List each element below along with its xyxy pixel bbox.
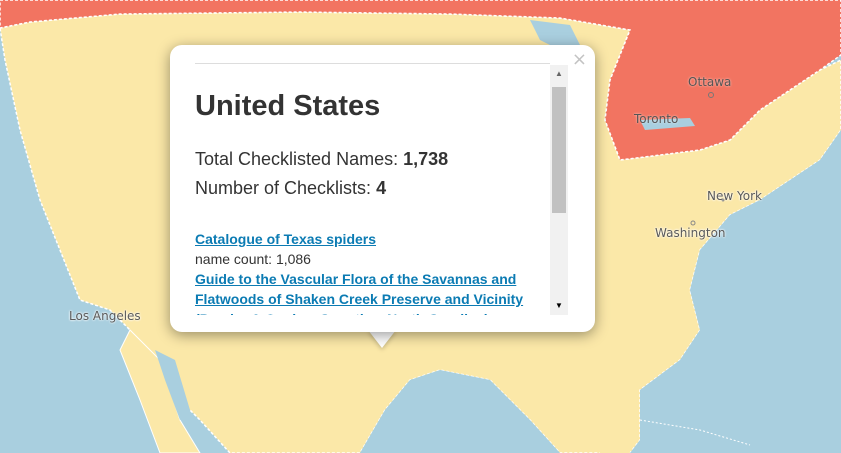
total-names-value: 1,738 [403,149,449,169]
scroll-up-icon[interactable]: ▲ [550,65,568,83]
number-checklists-label: Number of Checklists: [195,178,377,198]
scrollbar[interactable]: ▲ ▼ [550,65,568,315]
name-count: name count: 1,086 [195,251,311,267]
total-names-stat: Total Checklisted Names: 1,738 [195,149,550,170]
city-label-ottawa: Ottawa [688,75,732,89]
popup-content[interactable]: United States Total Checklisted Names: 1… [195,63,550,315]
number-checklists-value: 4 [376,178,387,198]
city-label-toronto: Toronto [634,112,679,126]
close-icon[interactable]: × [572,51,587,69]
number-checklists-stat: Number of Checklists: 4 [195,178,550,199]
city-label-new-york: New York [707,189,762,203]
divider [195,63,550,64]
checklist-link[interactable]: Catalogue of Texas spiders [195,229,550,249]
popup-tip [368,330,396,348]
checklist-link[interactable]: Guide to the Vascular Flora of the Savan… [195,269,550,315]
country-popup: × United States Total Checklisted Names:… [170,45,595,332]
popup-title: United States [195,90,381,122]
checklist-list: Catalogue of Texas spiders name count: 1… [195,229,550,315]
total-names-label: Total Checklisted Names: [195,149,404,169]
city-label-los-angeles: Los Angeles [69,309,141,323]
city-label-washington: Washington [655,226,726,240]
scroll-thumb[interactable] [552,87,566,213]
scroll-down-icon[interactable]: ▼ [550,297,568,315]
